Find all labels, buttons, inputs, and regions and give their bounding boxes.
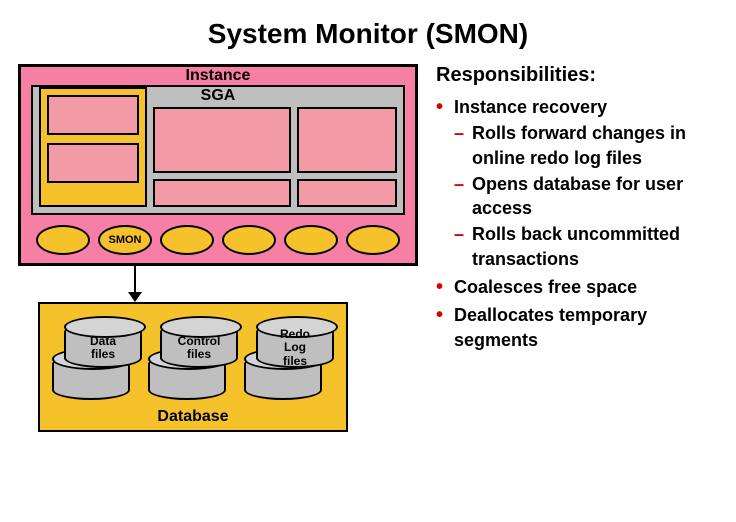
process-oval	[36, 225, 90, 255]
text-column: Responsibilities: Instance recovery Roll…	[436, 64, 718, 432]
diagram-column: Instance SGA	[18, 64, 418, 432]
responsibilities-heading: Responsibilities:	[436, 64, 718, 87]
sub-list: Rolls forward changes in online redo log…	[454, 121, 718, 271]
smon-process-oval: SMON	[98, 225, 152, 255]
sub-list-item: Rolls back uncommitted transactions	[454, 222, 718, 271]
process-row: SMON	[21, 221, 415, 257]
sga-block	[153, 179, 291, 207]
list-item: Instance recovery Rolls forward changes …	[436, 95, 718, 271]
control-files-cylinder: Control files	[154, 316, 232, 402]
instance-box: Instance SGA	[18, 64, 418, 266]
process-oval	[160, 225, 214, 255]
page-title: System Monitor (SMON)	[0, 0, 736, 64]
list-item: Coalesces free space	[436, 275, 718, 299]
sga-block	[47, 143, 139, 183]
database-box: Data files Control files Redo Log files …	[38, 302, 348, 432]
database-label: Database	[50, 402, 336, 426]
process-oval	[284, 225, 338, 255]
arrow	[18, 266, 418, 302]
process-oval	[346, 225, 400, 255]
instance-label: Instance	[21, 67, 415, 85]
sub-list-item: Rolls forward changes in online redo log…	[454, 121, 718, 170]
redo-log-files-cylinder: Redo Log files	[250, 316, 328, 402]
sga-box: SGA	[31, 85, 405, 215]
sga-block	[297, 107, 397, 173]
content-area: Instance SGA	[0, 64, 736, 432]
list-item: Deallocates temporary segments	[436, 303, 718, 352]
data-files-cylinder: Data files	[58, 316, 136, 402]
sga-block	[297, 179, 397, 207]
sga-highlight-group	[39, 87, 147, 207]
responsibilities-list: Instance recovery Rolls forward changes …	[436, 95, 718, 352]
sga-block	[47, 95, 139, 135]
sub-list-item: Opens database for user access	[454, 172, 718, 221]
process-oval	[222, 225, 276, 255]
sga-block	[153, 107, 291, 173]
